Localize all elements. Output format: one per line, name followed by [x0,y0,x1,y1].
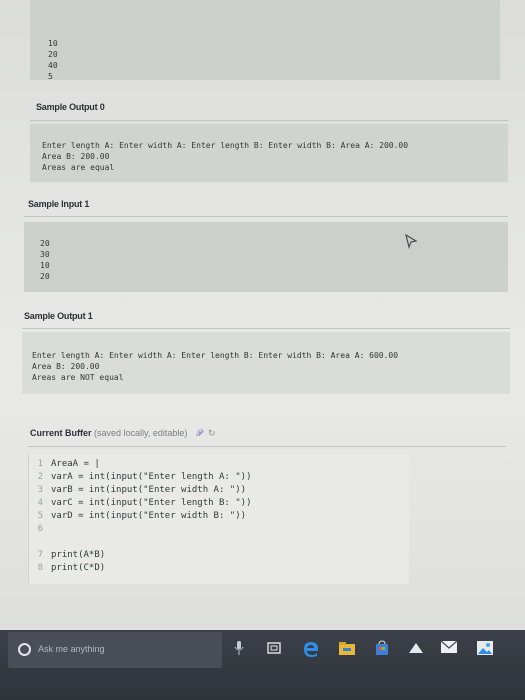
photos-icon[interactable] [476,640,494,656]
store-icon[interactable] [374,640,390,656]
code-line: 10 [48,39,58,48]
code-editor[interactable]: 1 AreaA = | 2 varA = int(input("Enter leng… [28,454,409,584]
line-code[interactable]: varA = int(input("Enter length A: ")) [51,472,251,482]
line-code[interactable]: print(C*D) [51,563,105,573]
cortana-icon [18,643,31,656]
sample-output-0-heading: Sample Output 0 [36,102,105,112]
editor-line[interactable]: 7 print(A*B) [29,550,106,562]
code-line: 5 [48,72,53,81]
divider [28,446,506,447]
code-line: 20 [40,272,50,281]
buffer-title: Current Buffer (saved locally, editable)… [30,428,216,439]
editor-line[interactable]: 6 [29,524,51,536]
code-line: 20 [40,239,50,248]
mail-icon[interactable] [440,640,458,654]
edge-icon[interactable] [302,640,320,658]
mouse-cursor-icon [405,233,418,249]
sample-output-0-box: Enter length A: Enter width A: Enter len… [30,124,508,182]
code-line: Areas are NOT equal [32,373,124,382]
line-code[interactable]: varD = int(input("Enter width B: ")) [51,511,246,521]
code-line: 40 [48,61,58,70]
file-explorer-icon[interactable] [338,640,356,656]
line-code[interactable]: print(A*B) [51,550,105,560]
microphone-icon[interactable] [234,640,244,656]
sample-input-0-box: 10 20 40 5 [30,0,500,81]
sample-output-1-heading: Sample Output 1 [24,311,93,321]
code-line: 10 [40,261,50,270]
line-number: 2 [37,472,43,482]
editor-line[interactable]: 8 print(C*D) [29,563,106,575]
cortana-search-box[interactable]: Ask me anything [8,632,222,668]
editor-line[interactable]: 3 varB = int(input("Enter width A: ")) [29,485,247,497]
buffer-title-label: Current Buffer [30,428,92,438]
taskbar: Ask me anything [0,630,525,700]
sample-input-1-heading: Sample Input 1 [28,199,90,209]
line-number: 7 [37,550,43,560]
code-line: Enter length A: Enter width A: Enter len… [42,141,409,150]
divider [22,328,510,329]
editor-line[interactable]: 5 varD = int(input("Enter width B: ")) [29,511,247,523]
divider [24,216,508,217]
buffer-subtitle: (saved locally, editable) [94,428,188,438]
sample-output-1-box: Enter length A: Enter width A: Enter len… [22,332,510,394]
editor-line[interactable]: 4 varC = int(input("Enter length B: ")) [29,498,252,510]
search-placeholder: Ask me anything [38,644,105,654]
line-number: 6 [37,524,43,534]
task-view-icon[interactable] [266,640,282,656]
editor-line[interactable]: 1 AreaA = | [29,459,100,471]
line-code[interactable]: AreaA = | [51,459,100,469]
code-line: Enter length A: Enter width A: Enter len… [32,351,399,360]
line-number: 4 [37,498,43,508]
problem-page: 10 20 40 5 Sample Output 0 Enter length … [0,0,525,630]
line-number: 5 [37,511,43,521]
divider [30,120,508,121]
line-number: 1 [37,459,43,469]
code-line: Areas are equal [42,163,115,172]
editor-line[interactable]: 2 varA = int(input("Enter length A: ")) [29,472,252,484]
line-code[interactable]: varB = int(input("Enter width A: ")) [51,485,246,495]
app-icon[interactable] [408,640,424,656]
line-number: 8 [37,563,43,573]
code-line: 20 [48,50,58,59]
history-icon[interactable]: ↻ [208,428,216,438]
code-line: 30 [40,250,50,259]
line-number: 3 [37,485,43,495]
pin-icon[interactable]: 𝓟 [196,428,203,438]
code-line: Area B: 200.00 [32,362,100,371]
line-code[interactable]: varC = int(input("Enter length B: ")) [51,498,251,508]
code-line: Area B: 200.00 [42,152,110,161]
sample-input-1-box: 20 30 10 20 [24,222,508,292]
